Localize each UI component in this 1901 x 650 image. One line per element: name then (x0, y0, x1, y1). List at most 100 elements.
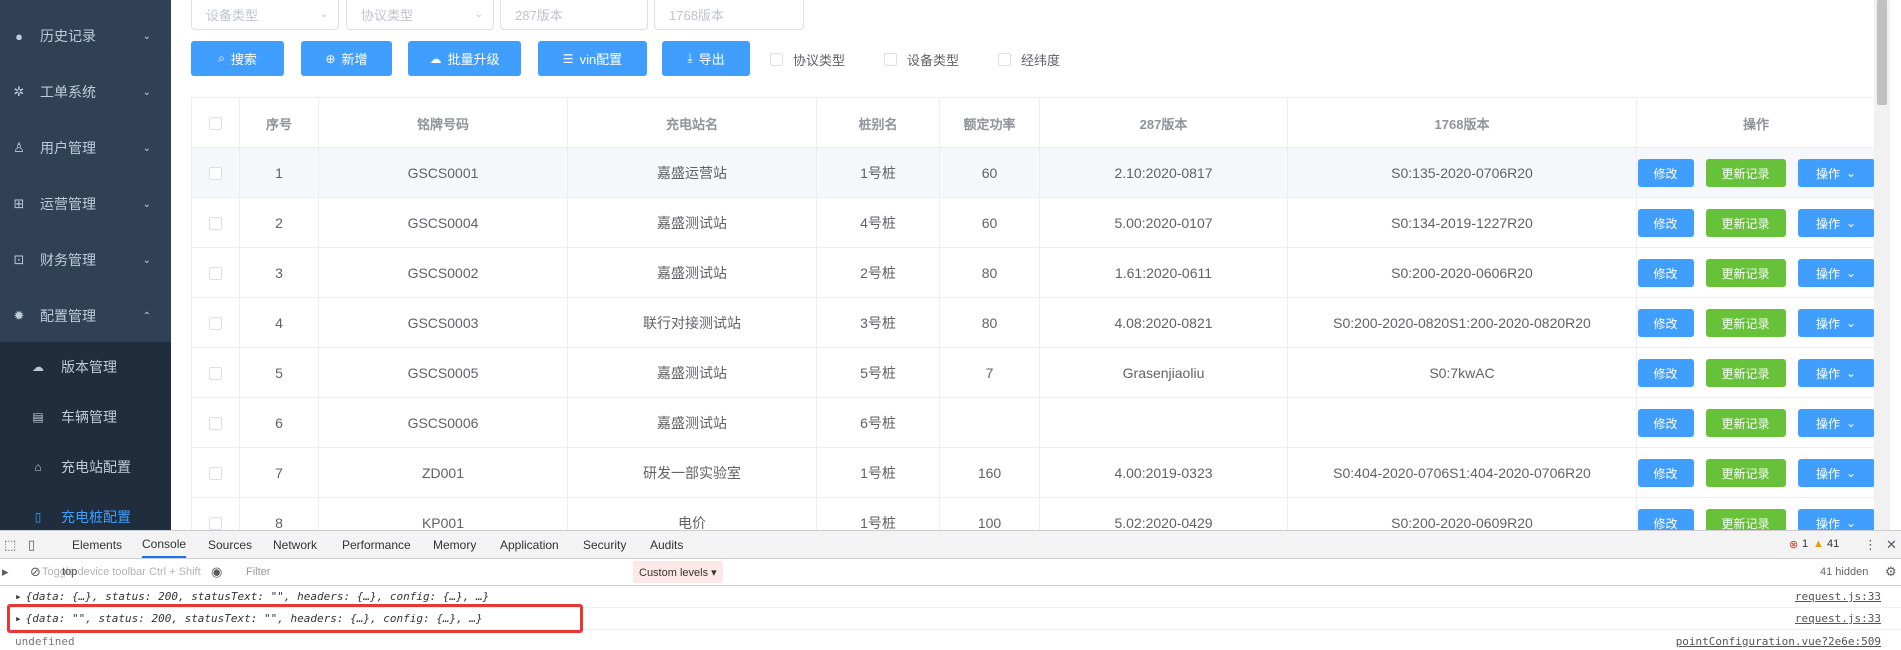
devtools-tab-audits[interactable]: Audits (650, 531, 683, 558)
sidebar-item-workorder[interactable]: ✲ 工单系统 ⌄ (0, 64, 171, 120)
row-checkbox[interactable] (209, 216, 222, 230)
search-button[interactable]: ⌕ 搜索 (191, 41, 284, 76)
row-actions: 修改 更新记录 操作 ⌄ (1637, 298, 1874, 348)
cell-v1768 (1288, 398, 1637, 448)
sidebar-subitem-charger[interactable]: ▯ 充电桩配置 (0, 492, 171, 530)
actions-dropdown-button[interactable]: 操作 ⌄ (1797, 159, 1874, 187)
sidebar-subitem-version[interactable]: ☁ 版本管理 (0, 342, 171, 392)
add-button[interactable]: ⊕ 新增 (301, 41, 392, 76)
error-icon[interactable]: ⊗ (1789, 538, 1798, 551)
devtools-tab-sources[interactable]: Sources (208, 531, 252, 558)
update-record-button[interactable]: 更新记录 (1705, 409, 1786, 437)
table-row[interactable]: 3 GSCS0002 嘉盛测试站 2号桩 80 1.61:2020-0611 S0:200-… (192, 248, 1874, 298)
device-toolbar-icon[interactable]: ▯ (28, 537, 35, 553)
console-log-line[interactable]: undefined pointConfiguration.vue?2e6e:50… (0, 630, 1901, 650)
row-select-cell (192, 298, 240, 348)
export-button[interactable]: ⤓ 导出 (662, 41, 750, 76)
edit-button[interactable]: 修改 (1637, 259, 1694, 287)
update-record-button[interactable]: 更新记录 (1705, 309, 1786, 337)
actions-dropdown-button[interactable]: 操作 ⌄ (1797, 209, 1874, 237)
row-select-cell (192, 398, 240, 448)
vin-config-button[interactable]: ☰ vin配置 (538, 41, 647, 76)
log-source-link[interactable]: request.js:33 (1795, 612, 1881, 625)
checkbox-box[interactable] (770, 53, 783, 66)
edit-button[interactable]: 修改 (1637, 409, 1694, 437)
sidebar-subitem-station[interactable]: ⌂ 充电站配置 (0, 442, 171, 492)
row-checkbox[interactable] (209, 516, 222, 530)
sidebar-item-finance[interactable]: ⊡ 财务管理 ⌄ (0, 232, 171, 288)
actions-dropdown-button[interactable]: 操作 ⌄ (1797, 509, 1874, 530)
row-checkbox[interactable] (209, 416, 222, 430)
expand-icon[interactable]: ▸ (15, 590, 22, 603)
sidebar-item-users[interactable]: ♙ 用户管理 ⌄ (0, 120, 171, 176)
close-icon[interactable]: ✕ (1886, 537, 1897, 553)
update-record-button[interactable]: 更新记录 (1705, 159, 1786, 187)
table-row[interactable]: 8 KP001 电价 1号桩 100 5.02:2020-0429 S0:200-2020-… (192, 498, 1874, 530)
devtools-tab-application[interactable]: Application (500, 531, 559, 558)
inspect-icon[interactable]: ⬚ (4, 537, 16, 553)
sidebar-item-history[interactable]: ● 历史记录 ⌄ (0, 8, 171, 64)
table-row[interactable]: 2 GSCS0004 嘉盛测试站 4号桩 60 5.00:2020-0107 S0:134-… (192, 198, 1874, 248)
protocol-type-checkbox[interactable]: 协议类型 (770, 50, 845, 69)
table-row[interactable]: 7 ZD001 研发一部实验室 1号桩 160 4.00:2019-0323 S0:404-… (192, 448, 1874, 498)
actions-dropdown-button[interactable]: 操作 ⌄ (1797, 359, 1874, 387)
checkbox-box[interactable] (884, 53, 897, 66)
update-record-button[interactable]: 更新记录 (1705, 359, 1786, 387)
table-row[interactable]: 5 GSCS0005 嘉盛测试站 5号桩 7 Grasenjiaoliu S0:7kwAC 修… (192, 348, 1874, 398)
warning-icon[interactable]: ▲ (1813, 538, 1824, 550)
scrollbar-thumb[interactable] (1877, 0, 1887, 105)
edit-button[interactable]: 修改 (1637, 159, 1694, 187)
sidebar-item-config[interactable]: ✹ 配置管理 ⌃ (0, 288, 171, 344)
latlng-checkbox[interactable]: 经纬度 (998, 50, 1060, 69)
devtools-tab-memory[interactable]: Memory (433, 531, 476, 558)
edit-button[interactable]: 修改 (1637, 459, 1694, 487)
levels-dropdown[interactable]: Custom levels ▾ (633, 561, 723, 583)
clear-console-icon[interactable]: ⊘ (30, 564, 41, 580)
update-record-button[interactable]: 更新记录 (1705, 459, 1786, 487)
eye-icon[interactable]: ◉ (211, 564, 222, 580)
table-row[interactable]: 1 GSCS0001 嘉盛运营站 1号桩 60 2.10:2020-0817 S0:135-… (192, 148, 1874, 198)
row-checkbox[interactable] (209, 166, 222, 180)
edit-button[interactable]: 修改 (1637, 509, 1694, 530)
checkbox-box[interactable] (998, 53, 1011, 66)
v1768-input[interactable]: 1768版本 (654, 0, 804, 30)
more-icon[interactable]: ⋮ (1864, 537, 1877, 553)
update-record-button[interactable]: 更新记录 (1705, 259, 1786, 287)
update-record-button[interactable]: 更新记录 (1705, 509, 1786, 530)
edit-button[interactable]: 修改 (1637, 359, 1694, 387)
row-checkbox[interactable] (209, 366, 222, 380)
devtools-tab-elements[interactable]: Elements (72, 531, 122, 558)
devtools-tab-console[interactable]: Console (142, 531, 187, 558)
actions-dropdown-button[interactable]: 操作 ⌄ (1797, 409, 1874, 437)
table-row[interactable]: 4 GSCS0003 联行对接测试站 3号桩 80 4.08:2020-0821 S0:20… (192, 298, 1874, 348)
checkbox-label: 设备类型 (907, 53, 960, 68)
devtools-tab-security[interactable]: Security (583, 531, 626, 558)
batch-upgrade-button[interactable]: ☁ 批量升级 (408, 41, 521, 76)
v287-input[interactable]: 287版本 (500, 0, 648, 30)
protocol-type-select[interactable]: 协议类型 ⌄ (346, 0, 494, 30)
cloud-upload-icon: ☁ (429, 51, 442, 66)
update-record-button[interactable]: 更新记录 (1705, 209, 1786, 237)
row-checkbox[interactable] (209, 266, 222, 280)
row-checkbox[interactable] (209, 316, 222, 330)
actions-dropdown-button[interactable]: 操作 ⌄ (1797, 259, 1874, 287)
select-all-checkbox[interactable] (209, 116, 222, 130)
sidebar-subitem-vehicle[interactable]: ▤ 车辆管理 (0, 392, 171, 442)
actions-dropdown-button[interactable]: 操作 ⌄ (1797, 459, 1874, 487)
devtools-tab-network[interactable]: Network (273, 531, 317, 558)
device-type-select[interactable]: 设备类型 ⌄ (191, 0, 339, 30)
sidebar-toggle-icon[interactable]: ▸ (2, 564, 9, 580)
console-filter-input[interactable]: Filter (246, 566, 270, 578)
actions-dropdown-button[interactable]: 操作 ⌄ (1797, 309, 1874, 337)
edit-button[interactable]: 修改 (1637, 309, 1694, 337)
device-type-checkbox[interactable]: 设备类型 (884, 50, 959, 69)
cell-power: 60 (940, 148, 1040, 198)
devtools-tab-performance[interactable]: Performance (342, 531, 411, 558)
edit-button[interactable]: 修改 (1637, 209, 1694, 237)
log-source-link[interactable]: request.js:33 (1795, 590, 1881, 603)
row-checkbox[interactable] (209, 466, 222, 480)
gear-icon[interactable]: ⚙ (1885, 564, 1897, 580)
log-source-link[interactable]: pointConfiguration.vue?2e6e:509 (1676, 635, 1881, 648)
sidebar-item-operation[interactable]: ⊞ 运营管理 ⌄ (0, 176, 171, 232)
table-row[interactable]: 6 GSCS0006 嘉盛测试站 6号桩 修改 更新记录 操作 ⌄ (192, 398, 1874, 448)
